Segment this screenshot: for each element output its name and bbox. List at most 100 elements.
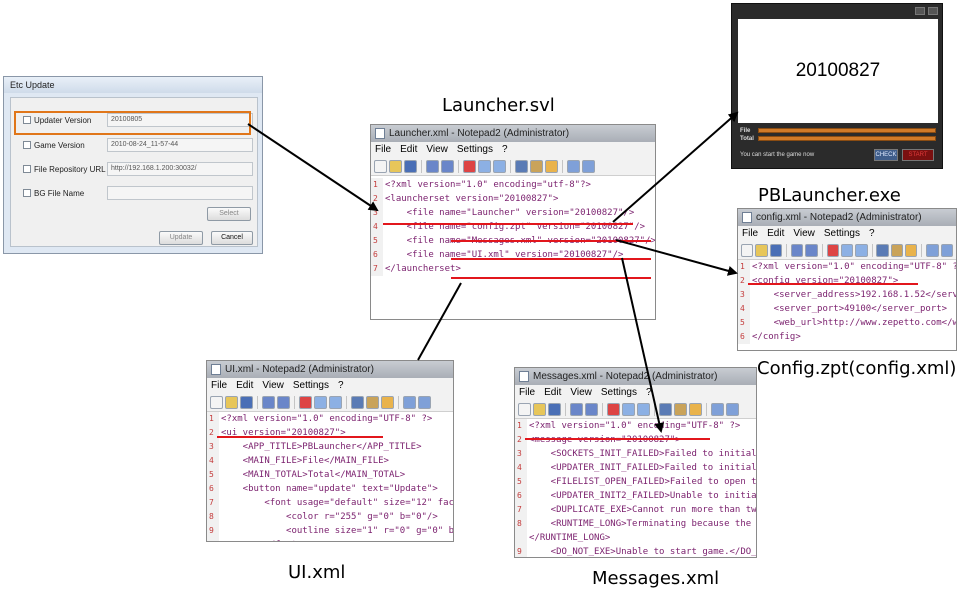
checkbox[interactable] [23,165,31,173]
new-icon[interactable] [210,395,223,409]
paste-icon[interactable] [855,243,868,257]
menu-item[interactable]: ? [646,387,652,398]
cut-icon[interactable] [826,243,839,257]
menu-item[interactable]: Settings [601,387,637,398]
paste-icon[interactable] [493,159,506,173]
menu-item[interactable]: View [570,387,592,398]
save-icon[interactable] [548,402,561,416]
wordwrap-icon[interactable] [905,243,918,257]
menu-item[interactable]: File [375,144,391,155]
new-icon[interactable] [518,402,531,416]
open-icon[interactable] [755,243,768,257]
open-icon[interactable] [225,395,238,409]
menu-item[interactable]: Edit [400,144,417,155]
menu-item[interactable]: Edit [767,228,784,239]
zoom-in-icon[interactable] [711,402,724,416]
find-icon[interactable] [659,402,672,416]
find-icon[interactable] [876,243,889,257]
row-game-version[interactable]: Game Version [23,138,85,152]
undo-icon[interactable] [262,395,275,409]
undo-icon[interactable] [426,159,439,173]
new-icon[interactable] [741,243,754,257]
wordwrap-icon[interactable] [689,402,702,416]
save-icon[interactable] [240,395,253,409]
copy-icon[interactable] [314,395,327,409]
replace-icon[interactable] [674,402,687,416]
find-icon[interactable] [351,395,364,409]
menu-item[interactable]: ? [338,380,344,391]
zoom-out-icon[interactable] [582,159,595,173]
replace-icon[interactable] [366,395,379,409]
cut-icon[interactable] [463,159,476,173]
line-text: <?xml version="1.0" encoding="UTF-8" ?> [752,262,957,272]
replace-icon[interactable] [530,159,543,173]
redo-icon[interactable] [805,243,818,257]
menu-item[interactable]: File [742,228,758,239]
find-icon[interactable] [515,159,528,173]
window-title: Launcher.xml - Notepad2 (Administrator) [371,125,655,142]
copy-icon[interactable] [840,243,854,257]
copy-icon[interactable] [478,159,491,173]
menu-item[interactable]: Edit [236,380,253,391]
zoom-out-icon[interactable] [418,395,431,409]
checkbox[interactable] [23,189,31,197]
game-version-field[interactable]: 2010-08-24_11-57-44 [107,138,253,152]
undo-icon[interactable] [790,243,804,257]
checkbox[interactable] [23,141,31,149]
zoom-in-icon[interactable] [926,243,939,257]
line-number: 9 [209,526,214,535]
cancel-button[interactable]: Cancel [211,231,253,245]
menu-item[interactable]: ? [869,228,875,239]
update-button[interactable]: Update [159,231,203,245]
zoom-out-icon[interactable] [726,402,739,416]
menu-item[interactable]: Settings [457,144,493,155]
undo-icon[interactable] [570,402,583,416]
menu-item[interactable]: File [519,387,535,398]
line-number: 8 [517,519,522,528]
row-bg-file-name[interactable]: BG File Name [23,186,84,200]
paste-icon[interactable] [329,395,342,409]
code-line: 6 </config> [738,330,956,344]
redo-icon[interactable] [441,159,454,173]
code-line: 1 <?xml version="1.0" encoding="UTF-8" ?> [515,419,756,433]
menu-item[interactable]: View [426,144,448,155]
code-line: 3 <SOCKETS_INIT_FAILED>Failed to initial… [515,447,756,461]
wordwrap-icon[interactable] [381,395,394,409]
redo-icon[interactable] [277,395,290,409]
check-button[interactable]: CHECK [874,149,898,161]
row-file-repository-url[interactable]: File Repository URL [23,162,106,176]
menu-item[interactable]: Edit [544,387,561,398]
open-icon[interactable] [389,159,402,173]
cut-icon[interactable] [299,395,312,409]
menu-item[interactable]: Settings [293,380,329,391]
copy-icon[interactable] [622,402,635,416]
redo-icon[interactable] [585,402,598,416]
zoom-in-icon[interactable] [567,159,580,173]
line-number: 7 [517,505,522,514]
close-icon[interactable] [928,7,938,15]
minimize-icon[interactable] [915,7,925,15]
menu-item[interactable]: ? [502,144,508,155]
start-button[interactable]: START [902,149,934,161]
zoom-out-icon[interactable] [940,243,954,257]
menu-item[interactable]: View [793,228,815,239]
file-repository-url-field[interactable]: http://192.168.1.200:30032/ [107,162,253,176]
new-icon[interactable] [374,159,387,173]
replace-icon[interactable] [890,243,904,257]
wordwrap-icon[interactable] [545,159,558,173]
zoom-in-icon[interactable] [403,395,416,409]
editor[interactable]: 1 <?xml version="1.0" encoding="UTF-8" ?>… [207,412,453,541]
bg-file-name-field[interactable] [107,186,253,200]
save-icon[interactable] [769,243,782,257]
editor[interactable]: 1 <?xml version="1.0" encoding="UTF-8" ?>… [738,260,956,344]
menu-item[interactable]: Settings [824,228,860,239]
menu-item[interactable]: View [262,380,284,391]
cut-icon[interactable] [607,402,620,416]
editor[interactable]: 1 <?xml version="1.0" encoding="utf-8"?> 2… [371,176,655,276]
code-line: 2 <launcherset version="20100827"> [371,192,655,206]
select-button[interactable]: Select [207,207,251,221]
paste-icon[interactable] [637,402,650,416]
open-icon[interactable] [533,402,546,416]
save-icon[interactable] [404,159,417,173]
menu-item[interactable]: File [211,380,227,391]
